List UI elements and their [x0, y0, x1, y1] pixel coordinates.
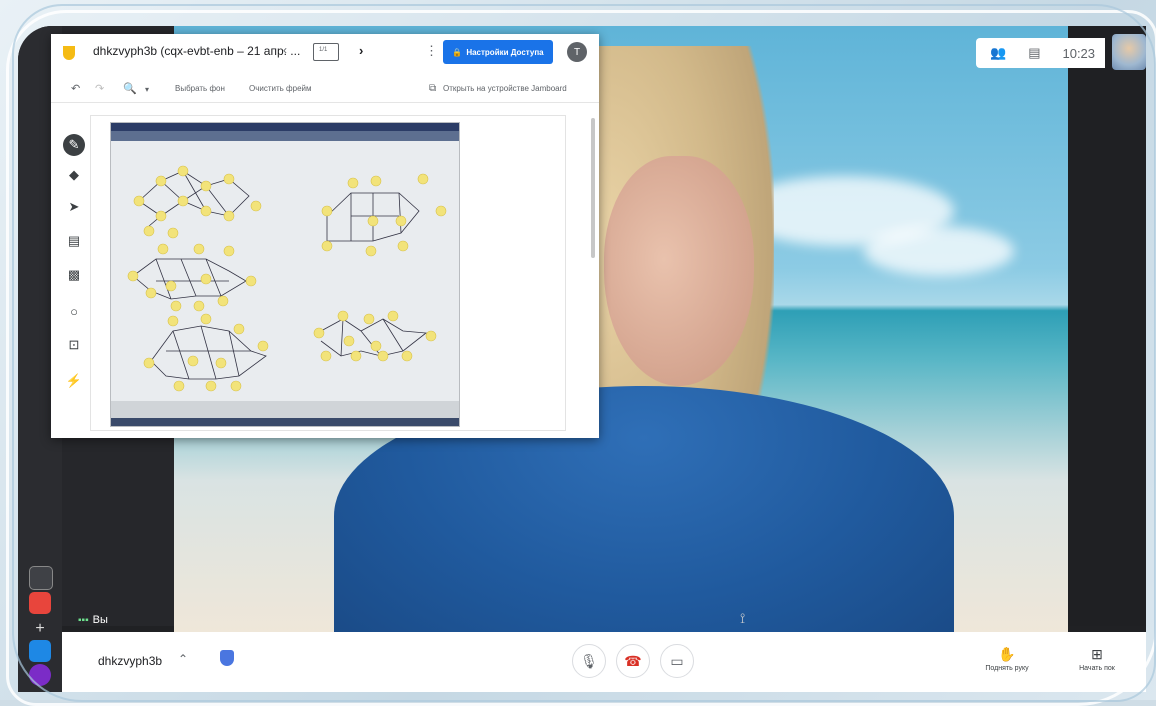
eraser-icon[interactable]: ◆: [59, 164, 89, 186]
end-call-button[interactable]: ☎: [616, 644, 650, 678]
jamboard-toolbar: ↶ ↷ 🔍 ▾ Выбрать фон Очистить фрейм ⧉ Отк…: [51, 76, 599, 103]
cast-icon[interactable]: ⧉: [429, 83, 436, 94]
microphone-icon: 🎙: [580, 652, 598, 669]
present-icon: ⊞: [1091, 646, 1103, 662]
clear-frame-button[interactable]: Очистить фрейм: [249, 84, 312, 93]
self-label: ▪▪▪ Вы: [78, 614, 108, 626]
chrome-icon[interactable]: [29, 566, 53, 590]
jamboard-panel: dhkzvyph3b (cqx-evbt-enb – 21 апр. ... ‹…: [51, 34, 599, 438]
present-button[interactable]: ⊞ Начать пок: [1062, 646, 1132, 672]
meeting-bottom-bar: dhkzvyph3b ⌃ 🎙 ☎ ▭ ✋ Поднять руку ⊞ Нача…: [62, 632, 1146, 692]
sticky-note-icon[interactable]: ▤: [59, 230, 89, 252]
prev-frame-icon[interactable]: ‹: [283, 43, 287, 57]
stage-right: [1068, 26, 1146, 626]
raise-hand-button[interactable]: ✋ Поднять руку: [972, 646, 1042, 672]
set-background-button[interactable]: Выбрать фон: [175, 84, 225, 93]
meeting-code[interactable]: dhkzvyph3b: [98, 654, 162, 668]
camera-icon: ▭: [670, 652, 684, 669]
share-button-label: Настройки Доступа: [466, 47, 544, 57]
frame-bar-button[interactable]: 1/1: [313, 43, 339, 61]
lock-icon: 🔒: [452, 47, 463, 57]
meet-window: + ⟟ ▪▪▪ Вы 👥 ▤ 10:23 dhkzvyph3b (cqx-evbt…: [18, 26, 1146, 692]
microphone-button[interactable]: 🎙: [572, 644, 606, 678]
slide-title-bar: [111, 123, 459, 131]
scrollbar[interactable]: [591, 118, 595, 258]
more-menu-icon[interactable]: ⋮: [425, 43, 438, 59]
pin-icon[interactable]: ⟟: [740, 610, 745, 627]
meeting-time: 10:23: [1062, 45, 1096, 61]
next-frame-icon[interactable]: ›: [359, 43, 363, 58]
top-right-controls: 👥 ▤ 10:23: [976, 38, 1106, 68]
slide-taskbar: [111, 401, 459, 426]
self-thumbnail[interactable]: [1112, 34, 1146, 70]
redo-icon[interactable]: ↷: [95, 82, 104, 95]
share-button[interactable]: 🔒 Настройки Доступа: [443, 40, 553, 64]
camera-button[interactable]: ▭: [660, 644, 694, 678]
jamboard-title[interactable]: dhkzvyph3b (cqx-evbt-enb – 21 апр. ...: [93, 44, 300, 58]
slide-menu-bar: [111, 131, 459, 141]
avatar[interactable]: T: [567, 42, 587, 62]
app-icon[interactable]: [29, 664, 51, 686]
hand-icon: ✋: [998, 646, 1016, 662]
zoom-dropdown-icon[interactable]: ▾: [145, 85, 149, 94]
open-on-device-button[interactable]: Открыть на устройстве Jamboard: [443, 84, 567, 93]
shield-icon[interactable]: [220, 650, 234, 666]
pen-icon[interactable]: ✎: [63, 134, 85, 156]
frame-counter: 1/1: [319, 47, 328, 53]
present-label: Начать пок: [1079, 665, 1115, 672]
graph-slide-image: [111, 123, 459, 426]
people-icon[interactable]: 👥: [990, 45, 1006, 61]
self-label-text: Вы: [92, 614, 108, 626]
chat-icon[interactable]: ▤: [1028, 45, 1040, 61]
gmail-icon[interactable]: [29, 592, 51, 614]
undo-icon[interactable]: ↶: [71, 82, 80, 95]
person-face: [604, 156, 754, 386]
zoom-icon[interactable]: 🔍: [123, 82, 137, 95]
meeting-details-chevron-icon[interactable]: ⌃: [178, 652, 188, 666]
audio-level-icon: ▪▪▪: [78, 615, 89, 626]
play-store-icon[interactable]: [29, 640, 51, 662]
jamboard-logo-icon: [63, 46, 75, 60]
text-box-icon[interactable]: ⊡: [59, 334, 89, 356]
end-call-icon: ☎: [624, 652, 642, 669]
laser-icon[interactable]: ⚡: [59, 370, 89, 392]
network-graphs-drawing: [127, 165, 447, 392]
select-icon[interactable]: ➤: [59, 196, 89, 218]
cloud: [864, 226, 1014, 276]
circle-icon[interactable]: ○: [59, 300, 89, 322]
raise-hand-label: Поднять руку: [985, 665, 1029, 672]
add-icon[interactable]: +: [29, 618, 51, 640]
image-icon[interactable]: ▩: [59, 264, 89, 286]
